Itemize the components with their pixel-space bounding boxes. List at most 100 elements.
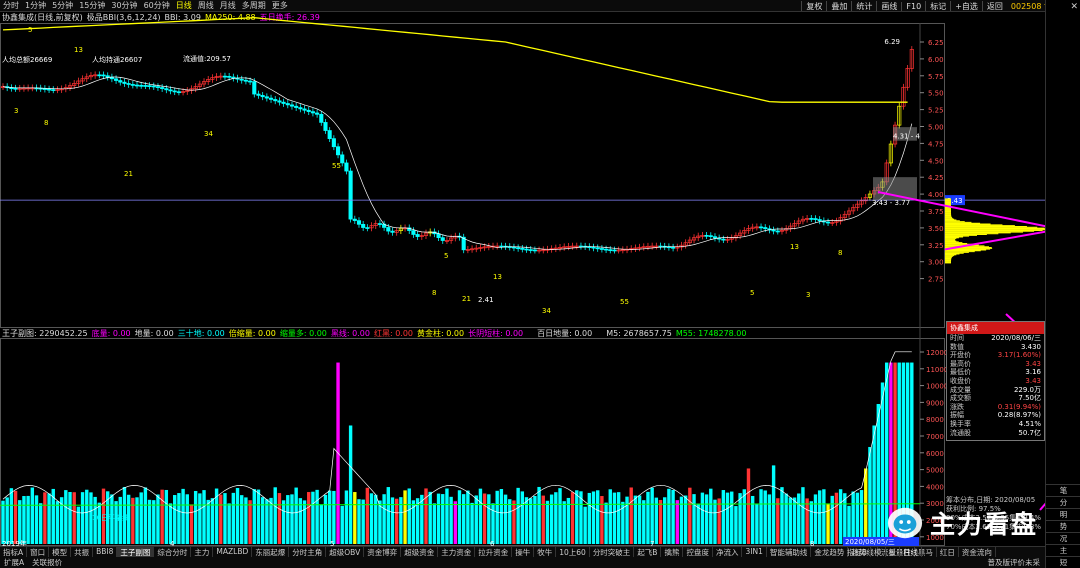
volume-bar (164, 489, 169, 544)
volume-bar (843, 493, 847, 544)
fibonacci-count-label: 13 (74, 46, 83, 54)
volume-bar (13, 490, 18, 544)
indicator-tab[interactable]: 拉升资金 (475, 547, 513, 557)
indicator-tab[interactable]: 窗口 (27, 547, 50, 557)
volume-bar (671, 489, 675, 544)
volume-bar (537, 486, 541, 544)
volume-bar (528, 498, 533, 544)
indicator-tab[interactable]: BBI8 (93, 547, 118, 557)
indicator-tab[interactable]: 3IN1 (742, 547, 767, 557)
volume-bar (26, 495, 30, 544)
indicator-tab[interactable]: 超级资金 (401, 547, 439, 557)
side-panel-tab[interactable]: 分 (1046, 496, 1080, 508)
side-panel-tab[interactable]: 况 (1046, 532, 1080, 544)
indicator-tab[interactable]: 资金博弈 (364, 547, 402, 557)
volume-bar (583, 506, 587, 544)
volume-bar (755, 503, 759, 544)
volume-bar (545, 500, 550, 544)
candle-body (365, 227, 370, 229)
indicator-tab[interactable]: 资金流向 (959, 547, 996, 557)
volume-bar (750, 495, 755, 544)
indicator-tab-right[interactable]: 板 (886, 547, 900, 557)
indicator-tab[interactable]: 牧牛 (534, 547, 557, 557)
indicator-tab-right[interactable]: 指标B (844, 547, 871, 557)
indicator-tab[interactable]: 东丽起爆 (252, 547, 290, 557)
indicator-tab[interactable]: 王子副图 (117, 547, 155, 557)
status-related-quote[interactable]: 关联报价 (28, 557, 66, 568)
indicator-tab[interactable]: 智能辅助线 (767, 547, 812, 557)
volume-bar (177, 493, 181, 544)
indicator-tab[interactable]: 分时突破主 (590, 547, 635, 557)
status-expand-a[interactable]: 扩展A (0, 557, 28, 568)
volume-bar (763, 490, 767, 544)
price-tick-label: 5.25 (928, 107, 944, 115)
side-panel-tab[interactable]: 势 (1046, 520, 1080, 532)
indicator-tab[interactable]: 10上60 (556, 547, 590, 557)
candle-body (231, 76, 236, 79)
volume-bar (394, 498, 399, 544)
indicator-tab[interactable]: 分时主角 (289, 547, 327, 557)
volume-bar (721, 490, 726, 544)
volume-bar (558, 488, 562, 544)
volume-bar (608, 489, 612, 544)
volume-bar (541, 495, 545, 544)
info-row-value: 0.31(9.94%) (997, 402, 1041, 411)
info-row-label: 成交量 (950, 385, 971, 394)
info-row-value: 229.0万 (1013, 385, 1041, 394)
candle-body (105, 75, 110, 78)
side-panel: 笔分明势况主短 ✕ (1045, 0, 1080, 568)
indicator-tab[interactable]: 指标A (0, 547, 28, 557)
volume-bar (562, 501, 566, 544)
indicator-tab[interactable]: 主力 (191, 547, 214, 557)
info-row-value: 50.7亿 (1018, 428, 1041, 437)
candle-body (390, 230, 395, 233)
side-panel-tab[interactable]: 笔 (1046, 484, 1080, 496)
indicator-tab[interactable]: 红日 (937, 547, 959, 557)
info-row-label: 成交额 (950, 394, 971, 403)
candle-body (524, 248, 529, 251)
volume-tick-label: 12000 (926, 349, 948, 357)
indicator-tab[interactable]: 模型 (49, 547, 72, 557)
indicator-tab[interactable]: 净流入 (713, 547, 743, 557)
indicator-tab[interactable]: 综合分时 (154, 547, 192, 557)
side-panel-tab[interactable]: 短 (1046, 556, 1080, 568)
volume-bar (520, 491, 525, 544)
side-panel-tab[interactable]: 主 (1046, 544, 1080, 556)
indicator-tab-right[interactable]: 模 (871, 547, 886, 557)
candle-body (298, 107, 303, 110)
indicator-tab[interactable]: 主力资金 (438, 547, 476, 557)
indicator-tab[interactable]: 擒熊 (661, 547, 684, 557)
indicator-tab[interactable]: 金龙趋势 (811, 547, 849, 557)
candle-body (436, 233, 441, 239)
indicator-tab[interactable]: MAZLBD (213, 547, 253, 557)
indicator-tab[interactable]: 共振 (71, 547, 94, 557)
volume-bar (231, 492, 236, 544)
close-icon[interactable]: ✕ (1070, 2, 1078, 12)
candle-body (520, 248, 525, 250)
volume-bar (834, 492, 839, 544)
volume-tick-label: 9000 (926, 399, 944, 407)
info-row-label: 最低价 (950, 368, 971, 377)
indicator-tab[interactable]: 操牛 (512, 547, 535, 557)
price-tick-label: 5.50 (928, 90, 944, 98)
candle-body (599, 248, 604, 250)
fibonacci-count-label: 5 (28, 26, 32, 34)
volume-bar (252, 489, 256, 544)
side-panel-tab[interactable]: 明 (1046, 508, 1080, 520)
kline-chart[interactable]: 6.25 6.00 5.75 5.50 5.25 5.00 4.75 4.50 4.25 4.00… (0, 0, 1045, 546)
volume-bar (30, 487, 35, 544)
volume-bar (683, 495, 688, 544)
volume-bar (315, 489, 319, 544)
fibonacci-count-label: 8 (838, 249, 842, 257)
volume-bar (323, 494, 328, 544)
volume-bar (738, 493, 742, 544)
indicator-tab[interactable]: 超级OBV (326, 547, 365, 557)
volume-bar (746, 468, 751, 544)
volume-bar (1, 500, 5, 544)
indicator-tab[interactable]: 起飞B (634, 547, 662, 557)
candle-body (771, 229, 776, 232)
volume-bar (436, 493, 441, 544)
volume-bar (667, 488, 671, 544)
indicator-tab[interactable]: 控盘度 (683, 547, 713, 557)
info-row: 最低价 3.16 (947, 368, 1044, 377)
